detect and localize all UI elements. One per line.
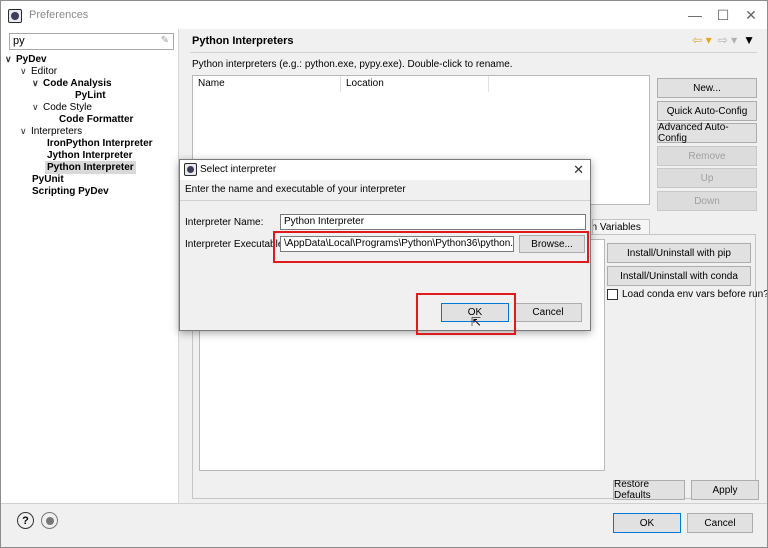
down-button[interactable]: Down [657, 191, 757, 211]
title-bar: Preferences — ☐ ✕ [1, 1, 767, 29]
chevron-down-icon[interactable]: ∨ [5, 53, 16, 66]
view-menu-icon[interactable]: ▼ [743, 33, 755, 47]
history-nav: ⇦ ▾ ⇨ ▾ ▼ [692, 33, 755, 47]
filter-input[interactable]: py ✎ [9, 33, 174, 50]
executable-highlight-box [273, 231, 589, 263]
restore-defaults-button[interactable]: Restore Defaults [613, 479, 685, 501]
up-button[interactable]: Up [657, 168, 757, 188]
title-divider [190, 52, 757, 53]
install-pip-button[interactable]: Install/Uninstall with pip [607, 243, 751, 263]
maximize-icon[interactable]: ☐ [709, 5, 737, 25]
dialog-message: Enter the name and executable of your in… [185, 184, 406, 195]
new-button[interactable]: New... [657, 78, 757, 98]
mouse-cursor-icon: ⇱ [471, 315, 482, 329]
eclipse-app-icon [8, 9, 22, 23]
eclipse-app-icon [184, 163, 197, 176]
tree-item-scripting-pydev[interactable]: Scripting PyDev [32, 185, 109, 198]
preferences-window: Preferences — ☐ ✕ py ✎ ∨ PyDev ∨ Editor ∨ C… [0, 0, 768, 548]
load-conda-env-checkbox-row[interactable]: Load conda env vars before run? [607, 289, 768, 300]
cancel-button[interactable]: Cancel [687, 513, 753, 533]
ok-button[interactable]: OK [613, 513, 681, 533]
page-title: Python Interpreters [192, 35, 294, 47]
back-arrow-icon[interactable]: ⇦ ▾ [692, 33, 711, 47]
tab-environment-variables[interactable]: tion Variables [592, 219, 650, 235]
minimize-icon[interactable]: — [681, 5, 709, 25]
load-conda-env-label: Load conda env vars before run? [622, 289, 768, 300]
column-header-name[interactable]: Name [193, 76, 341, 92]
column-header-location[interactable]: Location [341, 76, 489, 92]
remove-button[interactable]: Remove [657, 146, 757, 166]
dialog-title-bar: Select interpreter ✕ [180, 160, 590, 180]
close-icon[interactable]: ✕ [737, 5, 765, 25]
dialog-close-icon[interactable]: ✕ [573, 162, 584, 178]
interpreter-name-label: Interpreter Name: [185, 217, 264, 228]
page-description: Python interpreters (e.g.: python.exe, p… [192, 59, 513, 70]
dialog-title: Select interpreter [200, 164, 277, 175]
quick-auto-config-button[interactable]: Quick Auto-Config [657, 101, 757, 121]
dialog-cancel-button[interactable]: Cancel [514, 303, 582, 322]
window-title: Preferences [29, 9, 89, 21]
forward-arrow-icon[interactable]: ⇨ ▾ [718, 33, 737, 47]
ok-highlight-box [416, 293, 516, 335]
apply-button[interactable]: Apply [691, 480, 759, 500]
import-export-icon[interactable] [41, 512, 58, 529]
clear-filter-icon[interactable]: ✎ [161, 35, 169, 46]
footer-divider [1, 503, 767, 504]
chevron-down-icon[interactable]: ∨ [20, 125, 31, 138]
chevron-down-icon[interactable]: ∨ [32, 77, 43, 90]
interpreter-executable-label: Interpreter Executable: [185, 239, 287, 250]
load-conda-env-checkbox[interactable] [607, 289, 618, 300]
advanced-auto-config-button[interactable]: Advanced Auto-Config [657, 122, 757, 144]
install-conda-button[interactable]: Install/Uninstall with conda [607, 266, 751, 286]
chevron-down-icon[interactable]: ∨ [32, 101, 43, 114]
dialog-divider [180, 200, 590, 201]
interpreter-name-input[interactable]: Python Interpreter [280, 214, 586, 230]
help-icon[interactable]: ? [17, 512, 34, 529]
chevron-down-icon[interactable]: ∨ [20, 65, 31, 78]
filter-value: py [13, 35, 25, 47]
preference-tree-panel: py ✎ ∨ PyDev ∨ Editor ∨ Code Analysis PyLin… [1, 29, 179, 503]
